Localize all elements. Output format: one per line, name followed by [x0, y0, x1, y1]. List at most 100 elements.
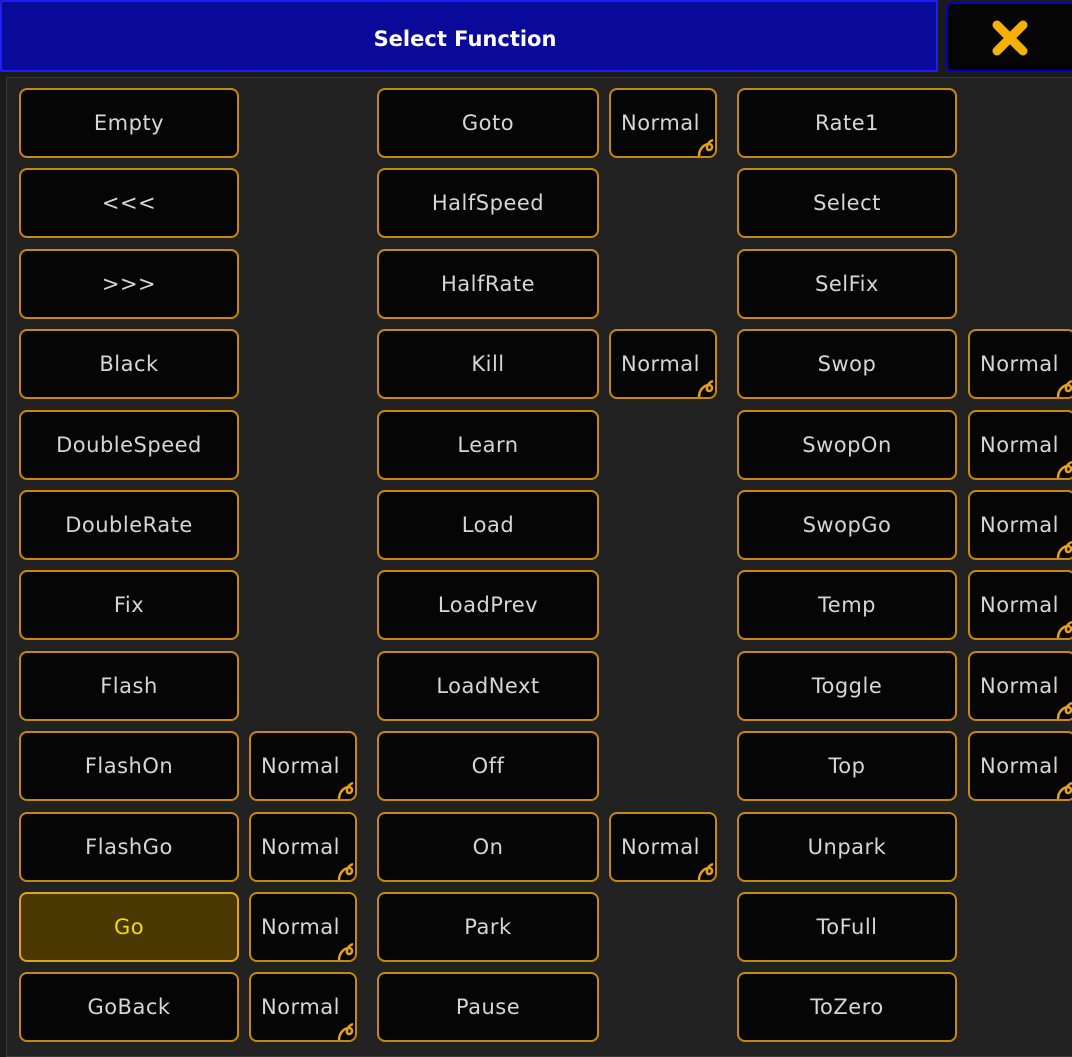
- function-label: Goto: [461, 111, 515, 135]
- function-label: Unpark: [807, 835, 887, 859]
- edit-curl-icon: [697, 862, 714, 880]
- mode-button-swop[interactable]: Normal: [968, 329, 1072, 399]
- function-button-doublerate[interactable]: DoubleRate: [19, 490, 239, 560]
- mode-button-go[interactable]: Normal: [249, 892, 357, 962]
- close-x-icon: [992, 20, 1028, 56]
- edit-curl-icon: [1056, 379, 1072, 397]
- mode-button-toggle[interactable]: Normal: [968, 651, 1072, 721]
- function-label: Park: [464, 915, 512, 939]
- mode-button-swopon[interactable]: Normal: [968, 410, 1072, 480]
- function-button-swopgo[interactable]: SwopGo: [737, 490, 957, 560]
- edit-curl-icon: [1056, 701, 1072, 719]
- function-button-swop[interactable]: Swop: [737, 329, 957, 399]
- edit-curl-icon: [1056, 781, 1072, 799]
- function-label: FlashGo: [85, 835, 173, 859]
- function-button-tofull[interactable]: ToFull: [737, 892, 957, 962]
- function-label: Select: [813, 191, 881, 215]
- function-label: SwopGo: [802, 513, 892, 537]
- function-button-top[interactable]: Top: [737, 731, 957, 801]
- edit-curl-icon: [1056, 620, 1072, 638]
- mode-label: Normal: [980, 433, 1059, 457]
- function-button-select[interactable]: Select: [737, 168, 957, 238]
- function-label: ToZero: [810, 995, 884, 1019]
- function-button-rate1[interactable]: Rate1: [737, 88, 957, 158]
- function-button-empty[interactable]: Empty: [19, 88, 239, 158]
- function-label: Top: [828, 754, 866, 778]
- function-button-learn[interactable]: Learn: [377, 410, 599, 480]
- function-button-goto[interactable]: Goto: [377, 88, 599, 158]
- function-label: On: [472, 835, 504, 859]
- function-button-loadnext[interactable]: LoadNext: [377, 651, 599, 721]
- function-label: ToFull: [816, 915, 878, 939]
- mode-button-swopgo[interactable]: Normal: [968, 490, 1072, 560]
- mode-label: Normal: [621, 835, 700, 859]
- function-button-swopon[interactable]: SwopOn: [737, 410, 957, 480]
- mode-button-goback[interactable]: Normal: [249, 972, 357, 1042]
- function-label: Off: [471, 754, 505, 778]
- function-label: >>>: [101, 272, 157, 296]
- function-label: Go: [113, 915, 145, 939]
- function-label: Swop: [817, 352, 877, 376]
- function-label: LoadPrev: [437, 593, 539, 617]
- edit-curl-icon: [697, 138, 714, 156]
- close-button[interactable]: [946, 2, 1072, 72]
- mode-label: Normal: [980, 513, 1059, 537]
- function-button-fix[interactable]: Fix: [19, 570, 239, 640]
- function-button-doublespeed[interactable]: DoubleSpeed: [19, 410, 239, 480]
- edit-curl-icon: [337, 862, 354, 880]
- function-label: HalfSpeed: [431, 191, 545, 215]
- mode-button-goto[interactable]: Normal: [609, 88, 717, 158]
- function-button-flash[interactable]: Flash: [19, 651, 239, 721]
- function-button-loadprev[interactable]: LoadPrev: [377, 570, 599, 640]
- dialog-title: Select Function: [373, 27, 557, 51]
- function-label: Learn: [457, 433, 519, 457]
- mode-button-top[interactable]: Normal: [968, 731, 1072, 801]
- mode-button-kill[interactable]: Normal: [609, 329, 717, 399]
- function-label: Toggle: [811, 674, 883, 698]
- mode-label: Normal: [621, 352, 700, 376]
- function-button-kill[interactable]: Kill: [377, 329, 599, 399]
- mode-label: Normal: [980, 593, 1059, 617]
- function-button-selfix[interactable]: SelFix: [737, 249, 957, 319]
- function-label: DoubleSpeed: [56, 433, 202, 457]
- function-button-flashgo[interactable]: FlashGo: [19, 812, 239, 882]
- edit-curl-icon: [337, 942, 354, 960]
- function-button-pause[interactable]: Pause: [377, 972, 599, 1042]
- mode-button-temp[interactable]: Normal: [968, 570, 1072, 640]
- mode-label: Normal: [621, 111, 700, 135]
- function-button-temp[interactable]: Temp: [737, 570, 957, 640]
- function-grid: Empty <<< >>> Black DoubleSpeed DoubleRate Fix…: [6, 77, 1072, 1057]
- function-label: Black: [99, 352, 159, 376]
- function-button-go[interactable]: Go: [19, 892, 239, 962]
- function-button-black[interactable]: Black: [19, 329, 239, 399]
- function-button-ltltlt[interactable]: <<<: [19, 168, 239, 238]
- function-label: <<<: [101, 191, 157, 215]
- function-button-toggle[interactable]: Toggle: [737, 651, 957, 721]
- function-button-off[interactable]: Off: [377, 731, 599, 801]
- function-button-halfspeed[interactable]: HalfSpeed: [377, 168, 599, 238]
- edit-curl-icon: [337, 1022, 354, 1040]
- edit-curl-icon: [337, 781, 354, 799]
- function-button-gtgtgt[interactable]: >>>: [19, 249, 239, 319]
- mode-button-flashgo[interactable]: Normal: [249, 812, 357, 882]
- function-button-tozero[interactable]: ToZero: [737, 972, 957, 1042]
- function-label: DoubleRate: [65, 513, 193, 537]
- function-button-goback[interactable]: GoBack: [19, 972, 239, 1042]
- function-label: Pause: [455, 995, 521, 1019]
- function-label: Temp: [818, 593, 876, 617]
- function-button-load[interactable]: Load: [377, 490, 599, 560]
- function-button-halfrate[interactable]: HalfRate: [377, 249, 599, 319]
- function-button-unpark[interactable]: Unpark: [737, 812, 957, 882]
- function-button-flashon[interactable]: FlashOn: [19, 731, 239, 801]
- function-label: Flash: [100, 674, 158, 698]
- function-label: SwopOn: [802, 433, 892, 457]
- function-label: Kill: [471, 352, 505, 376]
- mode-button-on[interactable]: Normal: [609, 812, 717, 882]
- mode-button-flashon[interactable]: Normal: [249, 731, 357, 801]
- mode-label: Normal: [261, 835, 340, 859]
- function-label: Load: [461, 513, 515, 537]
- function-button-park[interactable]: Park: [377, 892, 599, 962]
- function-label: SelFix: [815, 272, 879, 296]
- function-label: Empty: [93, 111, 165, 135]
- function-button-on[interactable]: On: [377, 812, 599, 882]
